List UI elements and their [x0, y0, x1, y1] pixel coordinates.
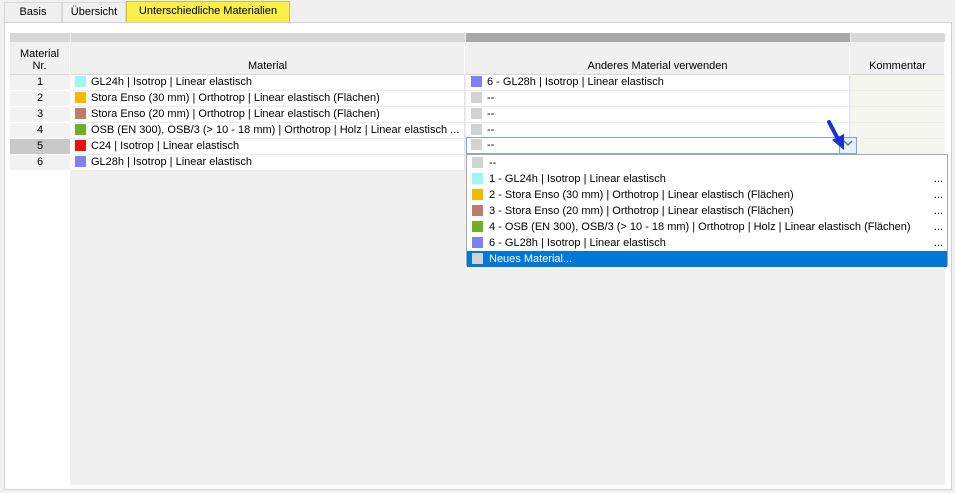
material-cell[interactable]: Stora Enso (30 mm) | Orthotrop | Linear … — [70, 91, 465, 107]
row-number: 1 — [10, 75, 70, 91]
row-number-column-empty — [10, 171, 70, 485]
alt-material-cell[interactable]: 6 - GL28h | Isotrop | Linear elastisch — [466, 75, 850, 91]
color-swatch — [472, 237, 483, 248]
material-cell[interactable]: GL24h | Isotrop | Linear elastisch — [70, 75, 465, 91]
column-header-kommentar[interactable]: Kommentar — [851, 42, 945, 75]
dropdown-option[interactable]: 4 - OSB (EN 300), OSB/3 (> 10 - 18 mm) |… — [467, 219, 947, 235]
option-label: Neues Material... — [489, 253, 573, 265]
dropdown-option[interactable]: 6 - GL28h | Isotrop | Linear elastisch..… — [467, 235, 947, 251]
material-name: Stora Enso (20 mm) | Orthotrop | Linear … — [91, 108, 380, 120]
more-icon[interactable]: ... — [934, 171, 943, 187]
color-swatch — [471, 124, 482, 135]
alt-material-dropdown-list[interactable]: -- 1 - GL24h | Isotrop | Linear elastisc… — [466, 154, 948, 267]
more-icon[interactable]: ... — [934, 219, 943, 235]
color-swatch — [471, 92, 482, 103]
header-bar-group — [466, 33, 850, 42]
tab-basis[interactable]: Basis — [4, 2, 62, 23]
header-material-label: Material — [247, 60, 288, 72]
material-name: GL28h | Isotrop | Linear elastisch — [91, 156, 253, 168]
more-icon[interactable]: ... — [934, 235, 943, 251]
tab-uebersicht[interactable]: Übersicht — [62, 2, 126, 23]
color-swatch — [471, 108, 482, 119]
alt-material-name: 6 - GL28h | Isotrop | Linear elastisch — [487, 76, 664, 88]
alt-material-name: -- — [487, 124, 495, 136]
pointer-arrow-icon — [827, 120, 844, 150]
color-swatch — [472, 157, 483, 168]
material-cell[interactable]: GL28h | Isotrop | Linear elastisch — [70, 155, 465, 171]
color-swatch — [75, 156, 86, 167]
column-header-nr[interactable]: Material Nr. — [10, 42, 70, 75]
kommentar-cell[interactable] — [851, 107, 945, 123]
combobox-value: -- — [487, 139, 495, 151]
material-cell[interactable]: C24 | Isotrop | Linear elastisch — [70, 139, 465, 155]
column-header-alt-material[interactable]: Anderes Material verwenden — [466, 42, 850, 75]
alt-material-cell[interactable]: -- — [466, 91, 850, 107]
alt-material-name: -- — [487, 108, 495, 120]
color-swatch — [75, 92, 86, 103]
color-swatch — [472, 253, 483, 264]
row-number: 5 — [10, 139, 70, 155]
color-swatch — [472, 189, 483, 200]
option-label: 6 - GL28h | Isotrop | Linear elastisch — [489, 237, 666, 249]
color-swatch — [471, 76, 482, 87]
alt-material-cell[interactable]: -- — [466, 107, 850, 123]
material-name: OSB (EN 300), OSB/3 (> 10 - 18 mm) | Ort… — [91, 124, 460, 136]
column-header-material[interactable]: Material — [71, 42, 465, 75]
header-bar — [851, 33, 945, 42]
more-icon[interactable]: ... — [934, 203, 943, 219]
dropdown-option[interactable]: 1 - GL24h | Isotrop | Linear elastisch..… — [467, 171, 947, 187]
color-swatch — [471, 139, 482, 150]
row-number: 3 — [10, 107, 70, 123]
header-bar — [71, 33, 465, 42]
color-swatch — [75, 108, 86, 119]
color-swatch — [472, 221, 483, 232]
kommentar-cell[interactable] — [851, 75, 945, 91]
dropdown-option[interactable]: 3 - Stora Enso (20 mm) | Orthotrop | Lin… — [467, 203, 947, 219]
option-label: 2 - Stora Enso (30 mm) | Orthotrop | Lin… — [489, 189, 794, 201]
kommentar-cell[interactable] — [851, 91, 945, 107]
option-label: -- — [489, 157, 497, 169]
material-cell[interactable]: OSB (EN 300), OSB/3 (> 10 - 18 mm) | Ort… — [70, 123, 465, 139]
material-name: Stora Enso (30 mm) | Orthotrop | Linear … — [91, 92, 380, 104]
kommentar-cell[interactable] — [851, 123, 945, 139]
dropdown-option-new-material[interactable]: Neues Material... — [467, 251, 947, 267]
option-label: 4 - OSB (EN 300), OSB/3 (> 10 - 18 mm) |… — [489, 221, 911, 233]
dropdown-option[interactable]: -- — [467, 155, 947, 171]
color-swatch — [472, 205, 483, 216]
tab-unterschiedliche-materialien[interactable]: Unterschiedliche Materialien — [126, 1, 290, 23]
option-label: 3 - Stora Enso (20 mm) | Orthotrop | Lin… — [489, 205, 794, 217]
dropdown-option[interactable]: 2 - Stora Enso (30 mm) | Orthotrop | Lin… — [467, 187, 947, 203]
color-swatch — [75, 124, 86, 135]
material-cell[interactable]: Stora Enso (20 mm) | Orthotrop | Linear … — [70, 107, 465, 123]
tab-bar: Basis Übersicht Unterschiedliche Materia… — [0, 0, 955, 23]
more-icon[interactable]: ... — [934, 187, 943, 203]
kommentar-cell[interactable] — [851, 139, 945, 155]
row-number: 2 — [10, 91, 70, 107]
tab-panel: Material Nr. Material Anderes Material v… — [4, 22, 952, 490]
row-number: 4 — [10, 123, 70, 139]
header-nr-line1: Material — [19, 48, 60, 60]
color-swatch — [75, 140, 86, 151]
header-kommentar-label: Kommentar — [869, 60, 926, 72]
alt-material-name: -- — [487, 92, 495, 104]
color-swatch — [472, 173, 483, 184]
row-number: 6 — [10, 155, 70, 171]
header-nr-line2: Nr. — [32, 60, 47, 72]
color-swatch — [75, 76, 86, 87]
header-alt-material-label: Anderes Material verwenden — [587, 60, 728, 72]
header-bar — [10, 33, 70, 42]
material-name: C24 | Isotrop | Linear elastisch — [91, 140, 240, 152]
material-name: GL24h | Isotrop | Linear elastisch — [91, 76, 253, 88]
alt-material-combobox[interactable]: -- — [466, 137, 857, 154]
option-label: 1 - GL24h | Isotrop | Linear elastisch — [489, 173, 666, 185]
